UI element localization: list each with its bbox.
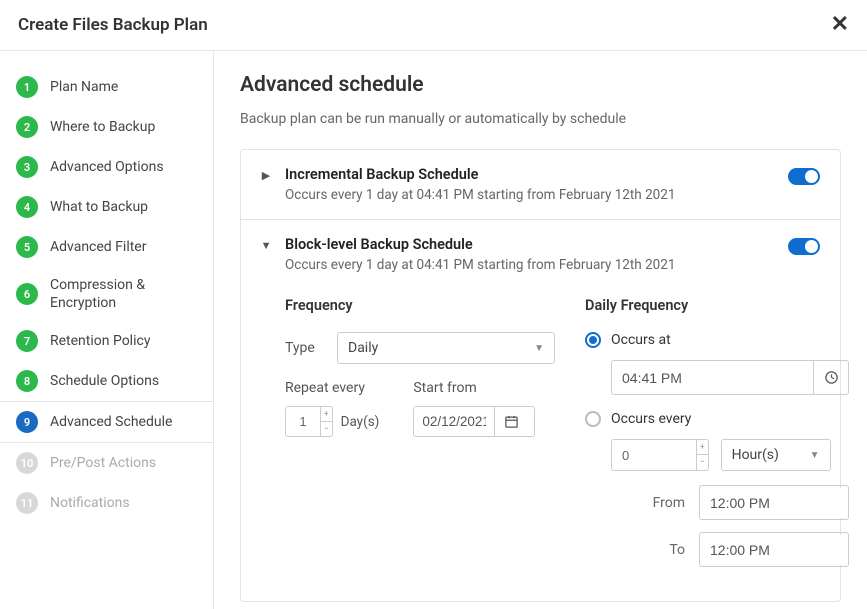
step-number: 11 — [16, 492, 38, 514]
step-label: Advanced Filter — [50, 238, 146, 256]
step-number: 9 — [16, 411, 38, 433]
step-label: Notifications — [50, 494, 130, 512]
from-label: From — [653, 495, 685, 511]
step-label: Where to Backup — [50, 118, 155, 136]
step-number: 4 — [16, 196, 38, 218]
block-section: ▼ Block-level Backup Schedule Occurs eve… — [241, 220, 840, 601]
to-time-input[interactable] — [700, 535, 849, 565]
occurs-every-radio[interactable] — [585, 411, 601, 427]
block-summary: Occurs every 1 day at 04:41 PM starting … — [285, 257, 774, 273]
schedule-card: ▶ Incremental Backup Schedule Occurs eve… — [240, 149, 841, 602]
repeat-unit: Day(s) — [341, 414, 380, 430]
step-number: 7 — [16, 330, 38, 352]
step-label: Pre/Post Actions — [50, 454, 156, 472]
occurs-at-input[interactable] — [612, 363, 813, 393]
step-label: Compression & Encryption — [50, 276, 197, 312]
main-panel: Advanced schedule Backup plan can be run… — [214, 51, 867, 609]
daily-frequency-column: Daily Frequency Occurs at — [585, 297, 849, 579]
occurs-every-spinner[interactable]: +− — [611, 439, 709, 471]
minus-icon[interactable]: − — [321, 422, 332, 436]
plus-icon[interactable]: + — [321, 407, 332, 422]
block-toggle[interactable] — [788, 238, 820, 255]
step-where-to-backup[interactable]: 2 Where to Backup — [0, 107, 213, 147]
step-compression-encryption[interactable]: 6 Compression & Encryption — [0, 267, 213, 321]
start-from-label: Start from — [413, 380, 535, 396]
step-number: 2 — [16, 116, 38, 138]
chevron-right-icon[interactable]: ▶ — [261, 169, 271, 182]
step-label: What to Backup — [50, 198, 148, 216]
close-icon[interactable]: ✕ — [831, 14, 849, 36]
step-number: 6 — [16, 283, 38, 305]
step-advanced-filter[interactable]: 5 Advanced Filter — [0, 227, 213, 267]
step-pre-post-actions: 10 Pre/Post Actions — [0, 443, 213, 483]
to-label: To — [669, 542, 685, 558]
occurs-every-label: Occurs every — [611, 411, 691, 427]
step-schedule-options[interactable]: 8 Schedule Options — [0, 361, 213, 401]
incremental-toggle[interactable] — [788, 168, 820, 185]
occurs-at-label: Occurs at — [611, 332, 671, 348]
minus-icon[interactable]: − — [697, 455, 708, 469]
daily-frequency-heading: Daily Frequency — [585, 297, 849, 314]
type-label: Type — [285, 340, 327, 356]
repeat-input[interactable] — [286, 407, 320, 436]
type-value: Daily — [348, 340, 378, 356]
calendar-icon[interactable] — [494, 407, 528, 436]
step-advanced-schedule[interactable]: 9 Advanced Schedule — [0, 401, 213, 443]
type-select[interactable]: Daily ▼ — [337, 332, 555, 364]
step-number: 3 — [16, 156, 38, 178]
step-notifications: 11 Notifications — [0, 483, 213, 523]
occurs-at-radio[interactable] — [585, 332, 601, 348]
occurs-at-time-field[interactable] — [611, 360, 849, 395]
occurs-every-unit: Hour(s) — [732, 447, 779, 463]
from-time-input[interactable] — [700, 488, 849, 518]
step-advanced-options[interactable]: 3 Advanced Options — [0, 147, 213, 187]
step-what-to-backup[interactable]: 4 What to Backup — [0, 187, 213, 227]
frequency-column: Frequency Type Daily ▼ Repeat every — [285, 297, 555, 579]
step-number: 1 — [16, 76, 38, 98]
plus-icon[interactable]: + — [697, 440, 708, 455]
from-time-field[interactable] — [699, 485, 849, 520]
step-number: 5 — [16, 236, 38, 258]
page-subtitle: Backup plan can be run manually or autom… — [240, 111, 841, 127]
step-label: Retention Policy — [50, 332, 150, 350]
dialog-header: Create Files Backup Plan ✕ — [0, 0, 867, 51]
dialog-title: Create Files Backup Plan — [18, 15, 208, 35]
page-title: Advanced schedule — [240, 73, 841, 97]
occurs-every-unit-select[interactable]: Hour(s) ▼ — [721, 439, 831, 471]
step-label: Advanced Schedule — [50, 413, 172, 431]
block-title: Block-level Backup Schedule — [285, 236, 774, 253]
step-label: Schedule Options — [50, 372, 159, 390]
caret-down-icon: ▼ — [534, 343, 544, 354]
step-label: Plan Name — [50, 78, 118, 96]
repeat-spinner[interactable]: +− — [285, 406, 333, 437]
step-number: 8 — [16, 370, 38, 392]
step-retention-policy[interactable]: 7 Retention Policy — [0, 321, 213, 361]
incremental-summary: Occurs every 1 day at 04:41 PM starting … — [285, 187, 774, 203]
wizard-sidebar: 1 Plan Name 2 Where to Backup 3 Advanced Op… — [0, 51, 214, 609]
caret-down-icon: ▼ — [810, 450, 820, 461]
frequency-heading: Frequency — [285, 297, 555, 314]
start-date-input[interactable] — [414, 407, 494, 436]
clock-icon[interactable] — [813, 361, 848, 394]
to-time-field[interactable] — [699, 532, 849, 567]
occurs-every-input[interactable] — [612, 440, 696, 470]
step-number: 10 — [16, 452, 38, 474]
step-label: Advanced Options — [50, 158, 164, 176]
step-plan-name[interactable]: 1 Plan Name — [0, 67, 213, 107]
incremental-section: ▶ Incremental Backup Schedule Occurs eve… — [241, 150, 840, 220]
incremental-title: Incremental Backup Schedule — [285, 166, 774, 183]
chevron-down-icon[interactable]: ▼ — [261, 239, 271, 252]
repeat-label: Repeat every — [285, 380, 379, 396]
start-date-field[interactable] — [413, 406, 535, 437]
